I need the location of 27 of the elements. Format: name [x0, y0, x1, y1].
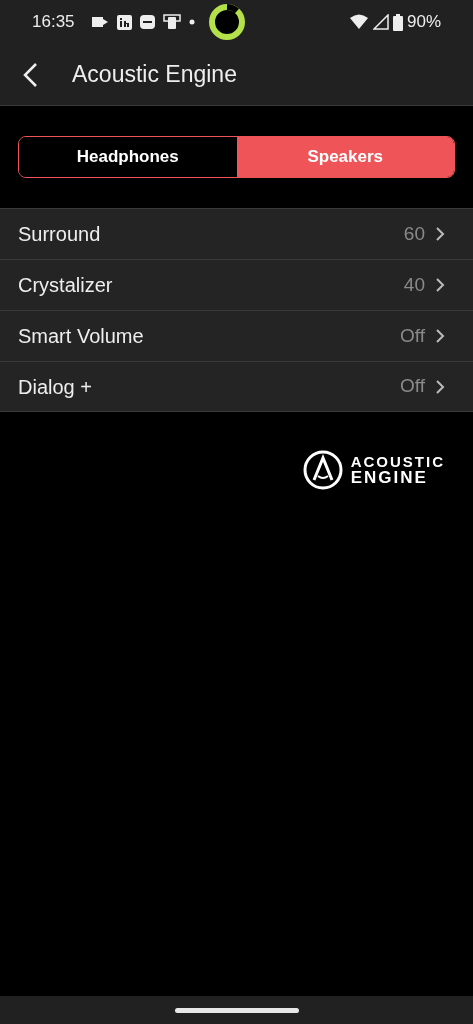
progress-ring-icon	[206, 2, 247, 42]
chevron-icon	[435, 328, 445, 344]
clock: 16:35	[32, 11, 75, 34]
dot-icon	[188, 19, 195, 25]
wifi-icon	[348, 14, 369, 30]
home-handle[interactable]	[174, 1007, 299, 1013]
chevron-icon	[435, 226, 445, 242]
battery-icon	[392, 13, 403, 31]
setting-label: Dialog +	[18, 374, 92, 400]
linkedin-icon	[116, 14, 132, 30]
setting-value: Off	[400, 323, 425, 348]
app-icon	[139, 15, 155, 29]
setting-label: Crystalizer	[18, 273, 113, 298]
signal-icon	[372, 14, 389, 30]
logo-icon	[302, 450, 343, 490]
setting-label: Smart Volume	[18, 324, 144, 349]
setting-value: 60	[403, 221, 425, 246]
setting-value: 40	[403, 272, 425, 297]
chevron-icon	[435, 378, 445, 395]
setting-value: Off	[400, 374, 425, 399]
logo-text: ENGINE	[350, 470, 429, 486]
logo-text: ACOUSTIC	[350, 454, 445, 470]
setting-label: Surround	[18, 222, 101, 247]
chevron-icon	[435, 277, 445, 293]
battery-level: 90%	[406, 11, 441, 34]
back-button[interactable]	[22, 61, 38, 88]
page-title: Acoustic Engine	[72, 60, 237, 90]
